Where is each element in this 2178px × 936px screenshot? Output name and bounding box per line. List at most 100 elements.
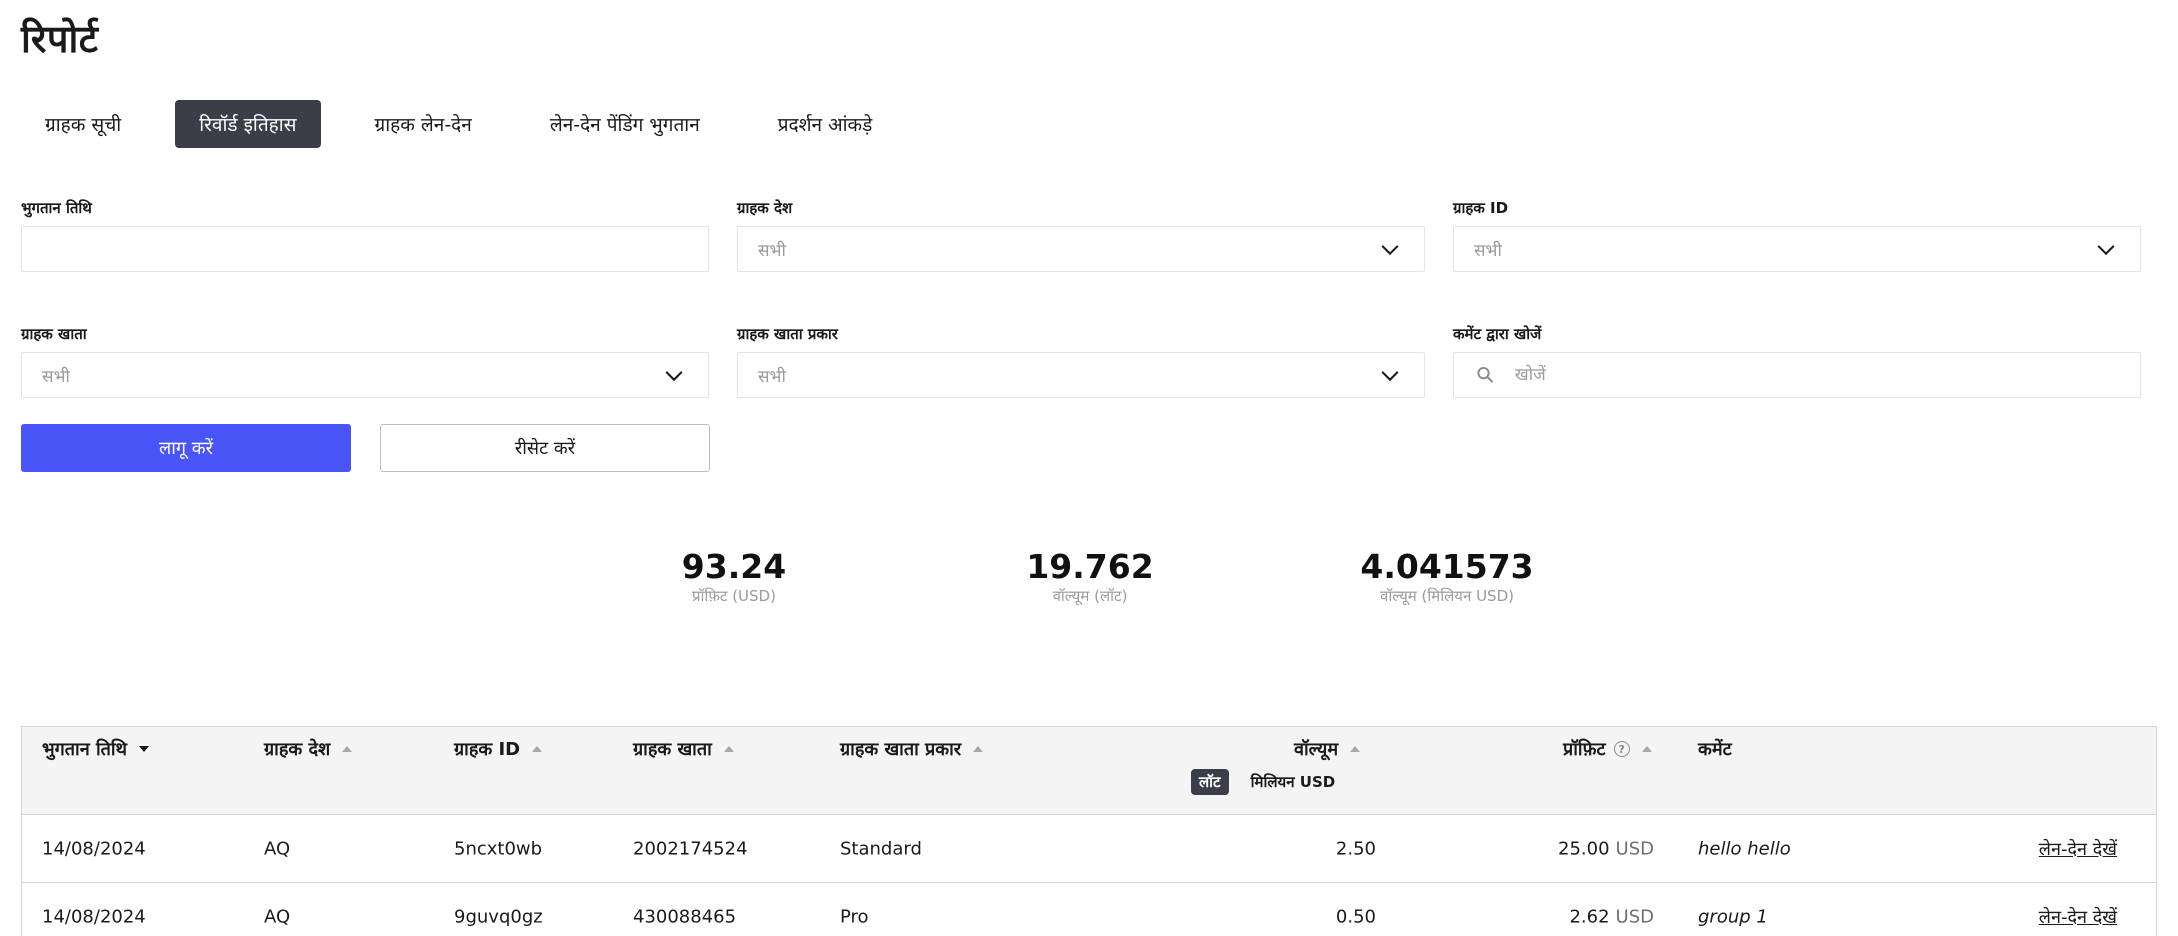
cell-volume: 0.50 <box>1335 906 1376 927</box>
chevron-down-icon <box>665 364 683 382</box>
tab-pending-payments[interactable]: लेन-देन पेंडिंग भुगतान <box>526 100 724 148</box>
cell-comment: group 1 <box>1698 906 1768 927</box>
cell-profit-currency: USD <box>1615 838 1654 859</box>
cell-comment: hello hello <box>1698 838 1791 859</box>
col-client-account-type[interactable]: ग्राहक खाता प्रकार <box>840 737 984 761</box>
client-account-type-label: ग्राहक खाता प्रकार <box>737 325 838 343</box>
table-row: 14/08/2024 AQ 9guvq0gz 430088465 Pro 0.5… <box>22 883 2156 936</box>
client-account-select[interactable]: सभी <box>21 352 709 398</box>
page-title: रिपोर्ट <box>21 17 99 61</box>
stat-profit-value: 93.24 <box>681 547 787 586</box>
col-volume[interactable]: वॉल्यूम <box>1294 737 1361 761</box>
reset-button[interactable]: रीसेट करें <box>380 424 710 472</box>
cell-profit: 25.00 USD <box>1558 838 1654 859</box>
comment-search-input[interactable] <box>1512 364 2120 386</box>
unit-musd-option[interactable]: मिलियन USD <box>1243 769 1344 795</box>
chevron-down-icon <box>1381 364 1399 382</box>
table-header: भुगतान तिथि ग्राहक देश ग्राहक ID ग्राहक … <box>22 727 2156 815</box>
comment-search-filter: कमेंट द्वारा खोजें <box>1453 324 2141 398</box>
view-transactions-link[interactable]: लेन-देन देखें <box>2039 837 2117 861</box>
col-payment-date[interactable]: भुगतान तिथि <box>42 737 150 761</box>
client-account-filter: ग्राहक खाता सभी <box>21 324 709 398</box>
tab-performance-stats[interactable]: प्रदर्शन आंकड़े <box>754 100 897 148</box>
stat-volume-musd-label: वॉल्यूम (मिलियन USD) <box>1380 587 1514 605</box>
cell-account: 2002174524 <box>633 838 748 859</box>
cell-account-type: Standard <box>840 838 922 859</box>
cell-client-id: 9guvq0gz <box>454 906 543 927</box>
client-account-type-select[interactable]: सभी <box>737 352 1425 398</box>
col-client-country[interactable]: ग्राहक देश <box>264 737 353 761</box>
cell-profit: 2.62 USD <box>1569 906 1654 927</box>
col-client-account-type-label: ग्राहक खाता प्रकार <box>840 739 962 760</box>
client-account-value: सभी <box>42 366 70 387</box>
view-transactions-link[interactable]: लेन-देन देखें <box>2039 905 2117 929</box>
col-comment: कमेंट <box>1698 737 1732 761</box>
tab-reward-history[interactable]: रिवॉर्ड इतिहास <box>175 100 321 148</box>
client-id-label: ग्राहक ID <box>1453 199 1509 217</box>
col-payment-date-label: भुगतान तिथि <box>42 739 128 760</box>
client-account-label: ग्राहक खाता <box>21 325 87 343</box>
client-id-value: सभी <box>1474 240 1502 261</box>
payment-date-filter: भुगतान तिथि <box>21 198 709 272</box>
cell-date: 14/08/2024 <box>42 838 146 859</box>
cell-account: 430088465 <box>633 906 737 927</box>
unit-lots-option[interactable]: लॉट <box>1191 769 1229 795</box>
payment-date-label: भुगतान तिथि <box>21 199 92 217</box>
col-profit-label: प्रॉफ़िट <box>1563 739 1606 760</box>
chevron-down-icon <box>2097 238 2115 256</box>
summary-stats: 93.24 प्रॉफ़िट (USD) 19.762 वॉल्यूम (लॉट… <box>0 548 2178 618</box>
client-account-type-filter: ग्राहक खाता प्रकार सभी <box>737 324 1425 398</box>
cell-country: AQ <box>264 838 291 859</box>
chevron-down-icon <box>1381 238 1399 256</box>
sort-asc-icon <box>1641 746 1652 752</box>
stat-volume-lots-value: 19.762 <box>1026 547 1154 586</box>
stat-volume-musd: 4.041573 वॉल्यूम (मिलियन USD) <box>1360 548 1533 606</box>
sort-asc-icon <box>723 746 734 752</box>
apply-button[interactable]: लागू करें <box>21 424 351 472</box>
comment-search-label: कमेंट द्वारा खोजें <box>1453 325 1542 343</box>
stat-volume-lots: 19.762 वॉल्यूम (लॉट) <box>1026 548 1153 606</box>
volume-unit-toggle: लॉट मिलियन USD <box>1191 769 1343 795</box>
help-icon[interactable]: ? <box>1613 741 1630 757</box>
tab-client-transactions[interactable]: ग्राहक लेन-देन <box>351 100 496 148</box>
cell-volume: 2.50 <box>1335 838 1376 859</box>
client-id-select[interactable]: सभी <box>1453 226 2141 272</box>
sort-asc-icon <box>1350 746 1361 752</box>
col-volume-label: वॉल्यूम <box>1294 739 1339 760</box>
cell-country: AQ <box>264 906 291 927</box>
cell-profit-value: 25.00 <box>1558 838 1610 859</box>
stat-profit: 93.24 प्रॉफ़िट (USD) <box>682 548 786 606</box>
filters-panel: भुगतान तिथि ग्राहक देश सभी ग्राहक ID सभी… <box>21 198 2157 398</box>
cell-account-type: Pro <box>840 906 869 927</box>
stat-profit-label: प्रॉफ़िट (USD) <box>692 587 776 605</box>
cell-profit-value: 2.62 <box>1569 906 1610 927</box>
stat-volume-lots-label: वॉल्यूम (लॉट) <box>1052 587 1128 605</box>
payment-date-input[interactable] <box>21 226 709 272</box>
sort-asc-icon <box>532 746 543 752</box>
client-id-filter: ग्राहक ID सभी <box>1453 198 2141 272</box>
client-account-type-value: सभी <box>758 366 786 387</box>
tab-client-list[interactable]: ग्राहक सूची <box>21 100 145 148</box>
sort-desc-icon <box>139 746 150 752</box>
search-icon <box>1477 367 1494 383</box>
col-client-id[interactable]: ग्राहक ID <box>454 737 543 761</box>
filter-actions: लागू करें रीसेट करें <box>21 424 710 472</box>
cell-client-id: 5ncxt0wb <box>454 838 543 859</box>
reports-page: रिपोर्ट ग्राहक सूची रिवॉर्ड इतिहास ग्राह… <box>0 0 2178 936</box>
client-country-label: ग्राहक देश <box>737 199 793 217</box>
cell-date: 14/08/2024 <box>42 906 146 927</box>
col-client-id-label: ग्राहक ID <box>454 739 521 760</box>
col-comment-label: कमेंट <box>1698 739 1732 760</box>
report-tabs: ग्राहक सूची रिवॉर्ड इतिहास ग्राहक लेन-दे… <box>21 100 926 148</box>
col-profit[interactable]: प्रॉफ़िट ? <box>1563 737 1652 761</box>
client-country-filter: ग्राहक देश सभी <box>737 198 1425 272</box>
client-country-select[interactable]: सभी <box>737 226 1425 272</box>
col-client-account[interactable]: ग्राहक खाता <box>633 737 734 761</box>
client-country-value: सभी <box>758 240 786 261</box>
table-row: 14/08/2024 AQ 5ncxt0wb 2002174524 Standa… <box>22 815 2156 883</box>
cell-profit-currency: USD <box>1615 906 1654 927</box>
col-client-country-label: ग्राहक देश <box>264 739 331 760</box>
rewards-table: भुगतान तिथि ग्राहक देश ग्राहक ID ग्राहक … <box>21 726 2157 936</box>
stat-volume-musd-value: 4.041573 <box>1360 547 1534 586</box>
sort-asc-icon <box>973 746 984 752</box>
